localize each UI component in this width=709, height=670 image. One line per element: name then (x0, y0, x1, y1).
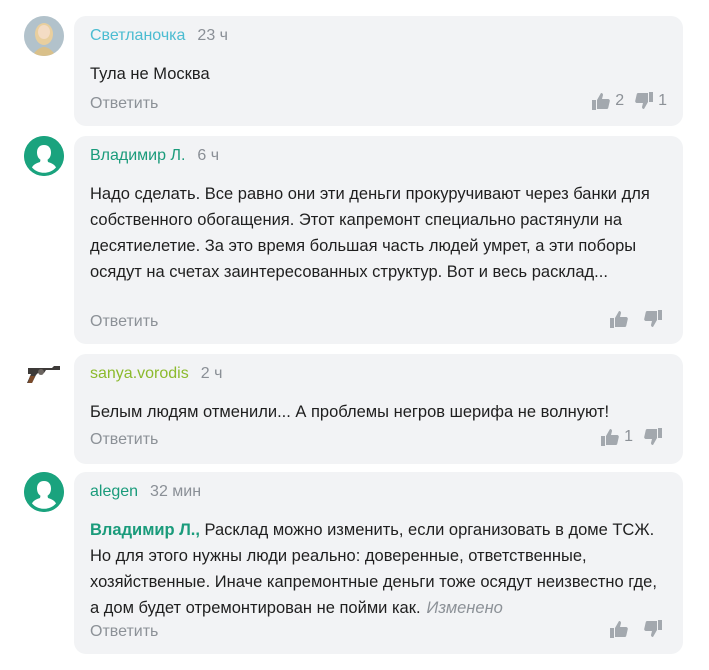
comment-text: Надо сделать. Все равно они эти деньги п… (90, 185, 650, 281)
edited-label: Изменено (426, 599, 503, 617)
default-user-icon (24, 472, 64, 512)
mention-link[interactable]: Владимир Л., (90, 521, 200, 539)
comment-bubble: Владимир Л. 6 ч Надо сделать. Все равно о… (74, 136, 683, 344)
dislike-button[interactable] (643, 619, 667, 639)
author-name[interactable]: alegen (90, 483, 138, 500)
comment-text: Владимир Л., Расклад можно изменить, есл… (90, 517, 663, 621)
thumbs-down-icon (635, 92, 654, 109)
vote-controls: 2 1 (591, 91, 667, 111)
like-count: 2 (615, 92, 625, 109)
like-count: 1 (624, 428, 633, 445)
comment-text: Белым людям отменили... А проблемы негро… (90, 403, 610, 421)
comment-time: 32 мин (150, 483, 202, 500)
comment-bubble: Светланочка 23 ч Тула не Москва Ответить … (74, 16, 683, 126)
like-button[interactable]: 1 (600, 427, 633, 447)
author-name[interactable]: sanya.vorodis (90, 365, 189, 382)
reply-button[interactable]: Ответить (90, 431, 158, 449)
vote-controls: 1 (600, 427, 667, 447)
vote-controls (609, 309, 667, 329)
avatar[interactable] (24, 16, 64, 56)
thumbs-down-icon (644, 620, 662, 637)
thumbs-up-icon (610, 621, 628, 638)
like-button[interactable] (609, 309, 633, 329)
avatar[interactable] (24, 472, 64, 512)
comment-meta: Светланочка 23 ч (90, 27, 228, 45)
reply-button[interactable]: Ответить (90, 623, 158, 641)
thumbs-up-icon (592, 93, 611, 110)
comment-bubble: sanya.vorodis 2 ч Белым людям отменили...… (74, 354, 683, 464)
thumbs-up-icon (601, 429, 619, 446)
comment-text: Тула не Москва (90, 65, 210, 83)
like-button[interactable] (609, 619, 633, 639)
comment-meta: sanya.vorodis 2 ч (90, 365, 222, 383)
thumbs-up-icon (610, 311, 628, 328)
comment-meta: alegen 32 мин (90, 483, 201, 501)
reply-button[interactable]: Ответить (90, 95, 158, 113)
avatar[interactable] (24, 354, 64, 394)
comment-meta: Владимир Л. 6 ч (90, 147, 219, 165)
dislike-button[interactable] (643, 309, 667, 329)
comment-time: 23 ч (197, 27, 228, 44)
author-name[interactable]: Владимир Л. (90, 147, 185, 164)
revolver-icon (24, 354, 64, 394)
comment-time: 2 ч (200, 365, 223, 382)
dislike-button[interactable]: 1 (634, 91, 667, 111)
thumbs-down-icon (644, 310, 662, 327)
vote-controls (609, 619, 667, 639)
reply-button[interactable]: Ответить (90, 313, 158, 331)
dislike-button[interactable] (643, 427, 667, 447)
comment-time: 6 ч (197, 147, 220, 164)
comment-bubble: alegen 32 мин Владимир Л., Расклад можно … (74, 472, 683, 654)
avatar[interactable] (24, 136, 64, 176)
default-user-icon (24, 136, 64, 176)
like-button[interactable]: 2 (591, 91, 624, 111)
author-name[interactable]: Светланочка (90, 27, 185, 44)
dislike-count: 1 (658, 92, 667, 109)
thumbs-down-icon (644, 428, 662, 445)
